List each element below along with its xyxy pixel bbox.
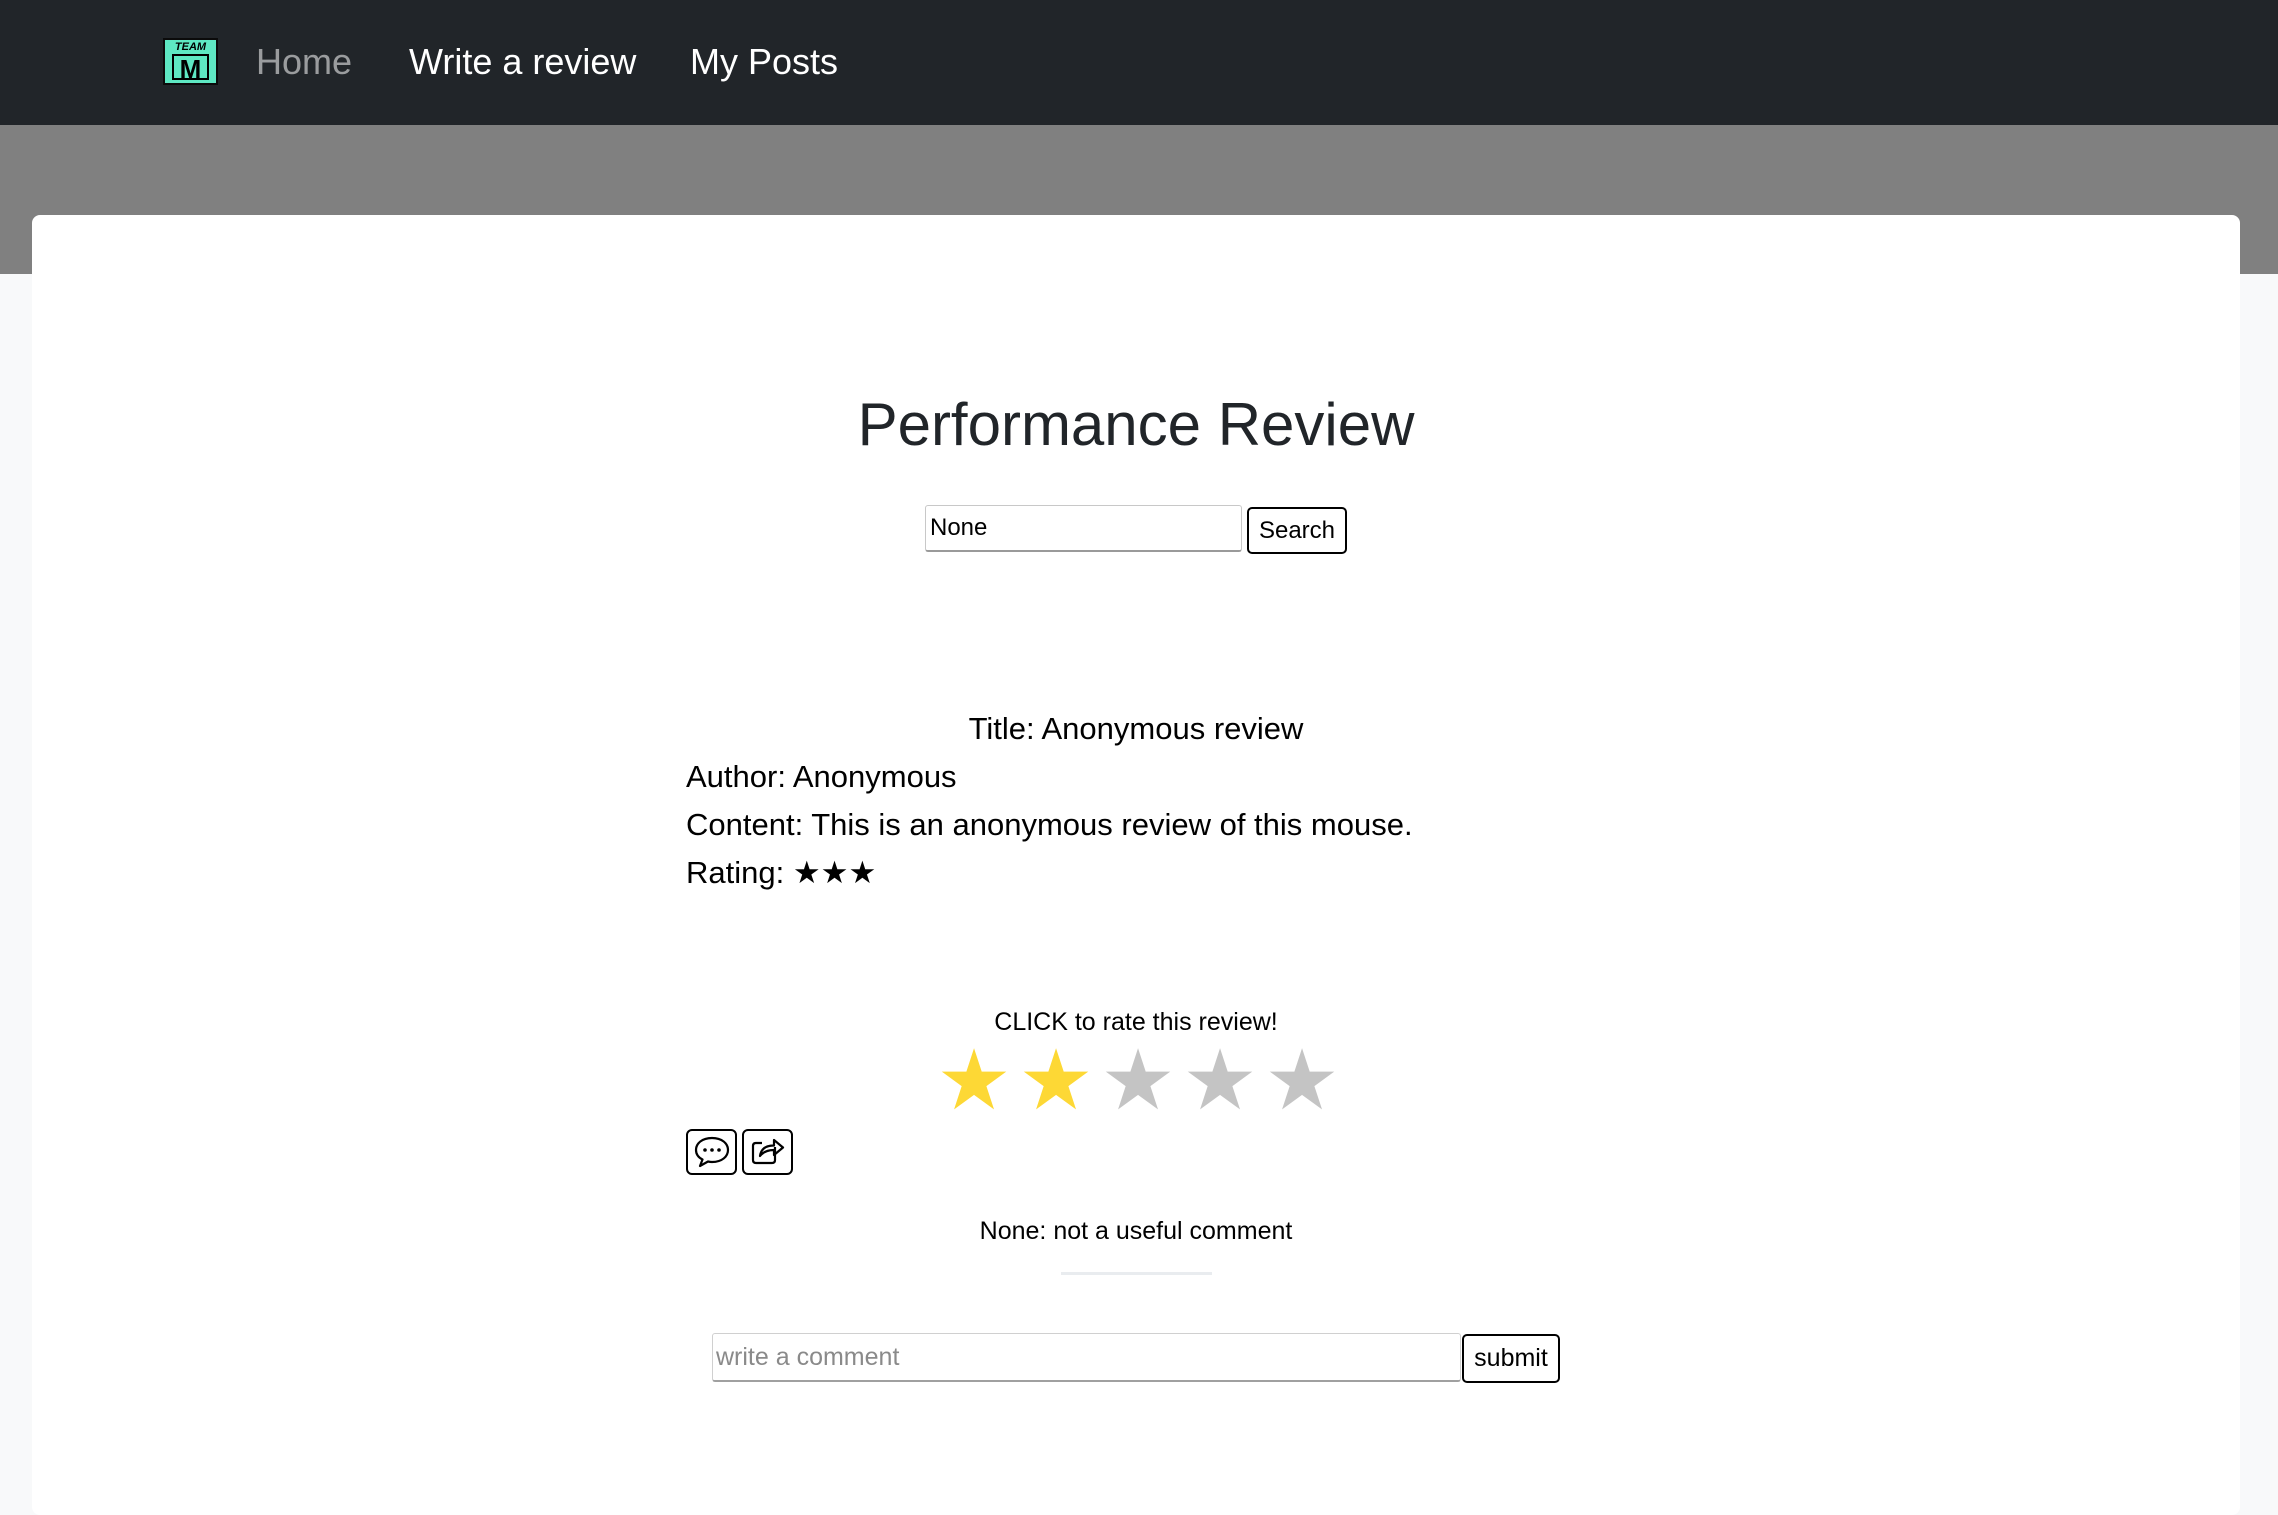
nav-my-posts-link[interactable]: My Posts [690, 38, 838, 86]
submit-comment-button[interactable]: submit [1462, 1334, 1560, 1383]
rate-star-4[interactable]: ★ [1179, 1038, 1261, 1122]
search-button[interactable]: Search [1247, 507, 1347, 554]
nav-write-review-link[interactable]: Write a review [409, 38, 636, 86]
logo-letter: M [172, 54, 209, 82]
team-m-logo[interactable]: TEAM M [163, 38, 218, 85]
review-content: Content: This is an anonymous review of … [686, 807, 1413, 842]
rate-star-1[interactable]: ★ [933, 1038, 1015, 1122]
comment-button[interactable] [686, 1129, 737, 1175]
rating-stars: ★★★ [792, 855, 877, 890]
rate-star-2[interactable]: ★ [1015, 1038, 1097, 1122]
share-button[interactable] [742, 1129, 793, 1175]
rate-star-5[interactable]: ★ [1261, 1038, 1343, 1122]
page-title: Performance Review [857, 391, 1415, 458]
review-title: Title: Anonymous review [968, 711, 1304, 746]
top-navbar: TEAM M Home Write a review My Posts [0, 0, 2278, 125]
chat-bubble-icon [694, 1136, 729, 1168]
rate-stars-widget: ★ ★ ★ ★ ★ [933, 1038, 1343, 1122]
review-rating: Rating: ★★★ [686, 852, 876, 894]
rating-label: Rating: [686, 855, 785, 890]
comment-divider [1061, 1272, 1212, 1275]
search-input[interactable] [925, 505, 1242, 552]
logo-top-text: TEAM [174, 41, 207, 53]
comment-input[interactable] [712, 1333, 1461, 1382]
nav-home-link[interactable]: Home [256, 38, 352, 86]
comment-item: None: not a useful comment [979, 1217, 1293, 1245]
rate-star-3[interactable]: ★ [1097, 1038, 1179, 1122]
review-author: Author: Anonymous [686, 759, 957, 794]
share-icon [751, 1138, 784, 1165]
